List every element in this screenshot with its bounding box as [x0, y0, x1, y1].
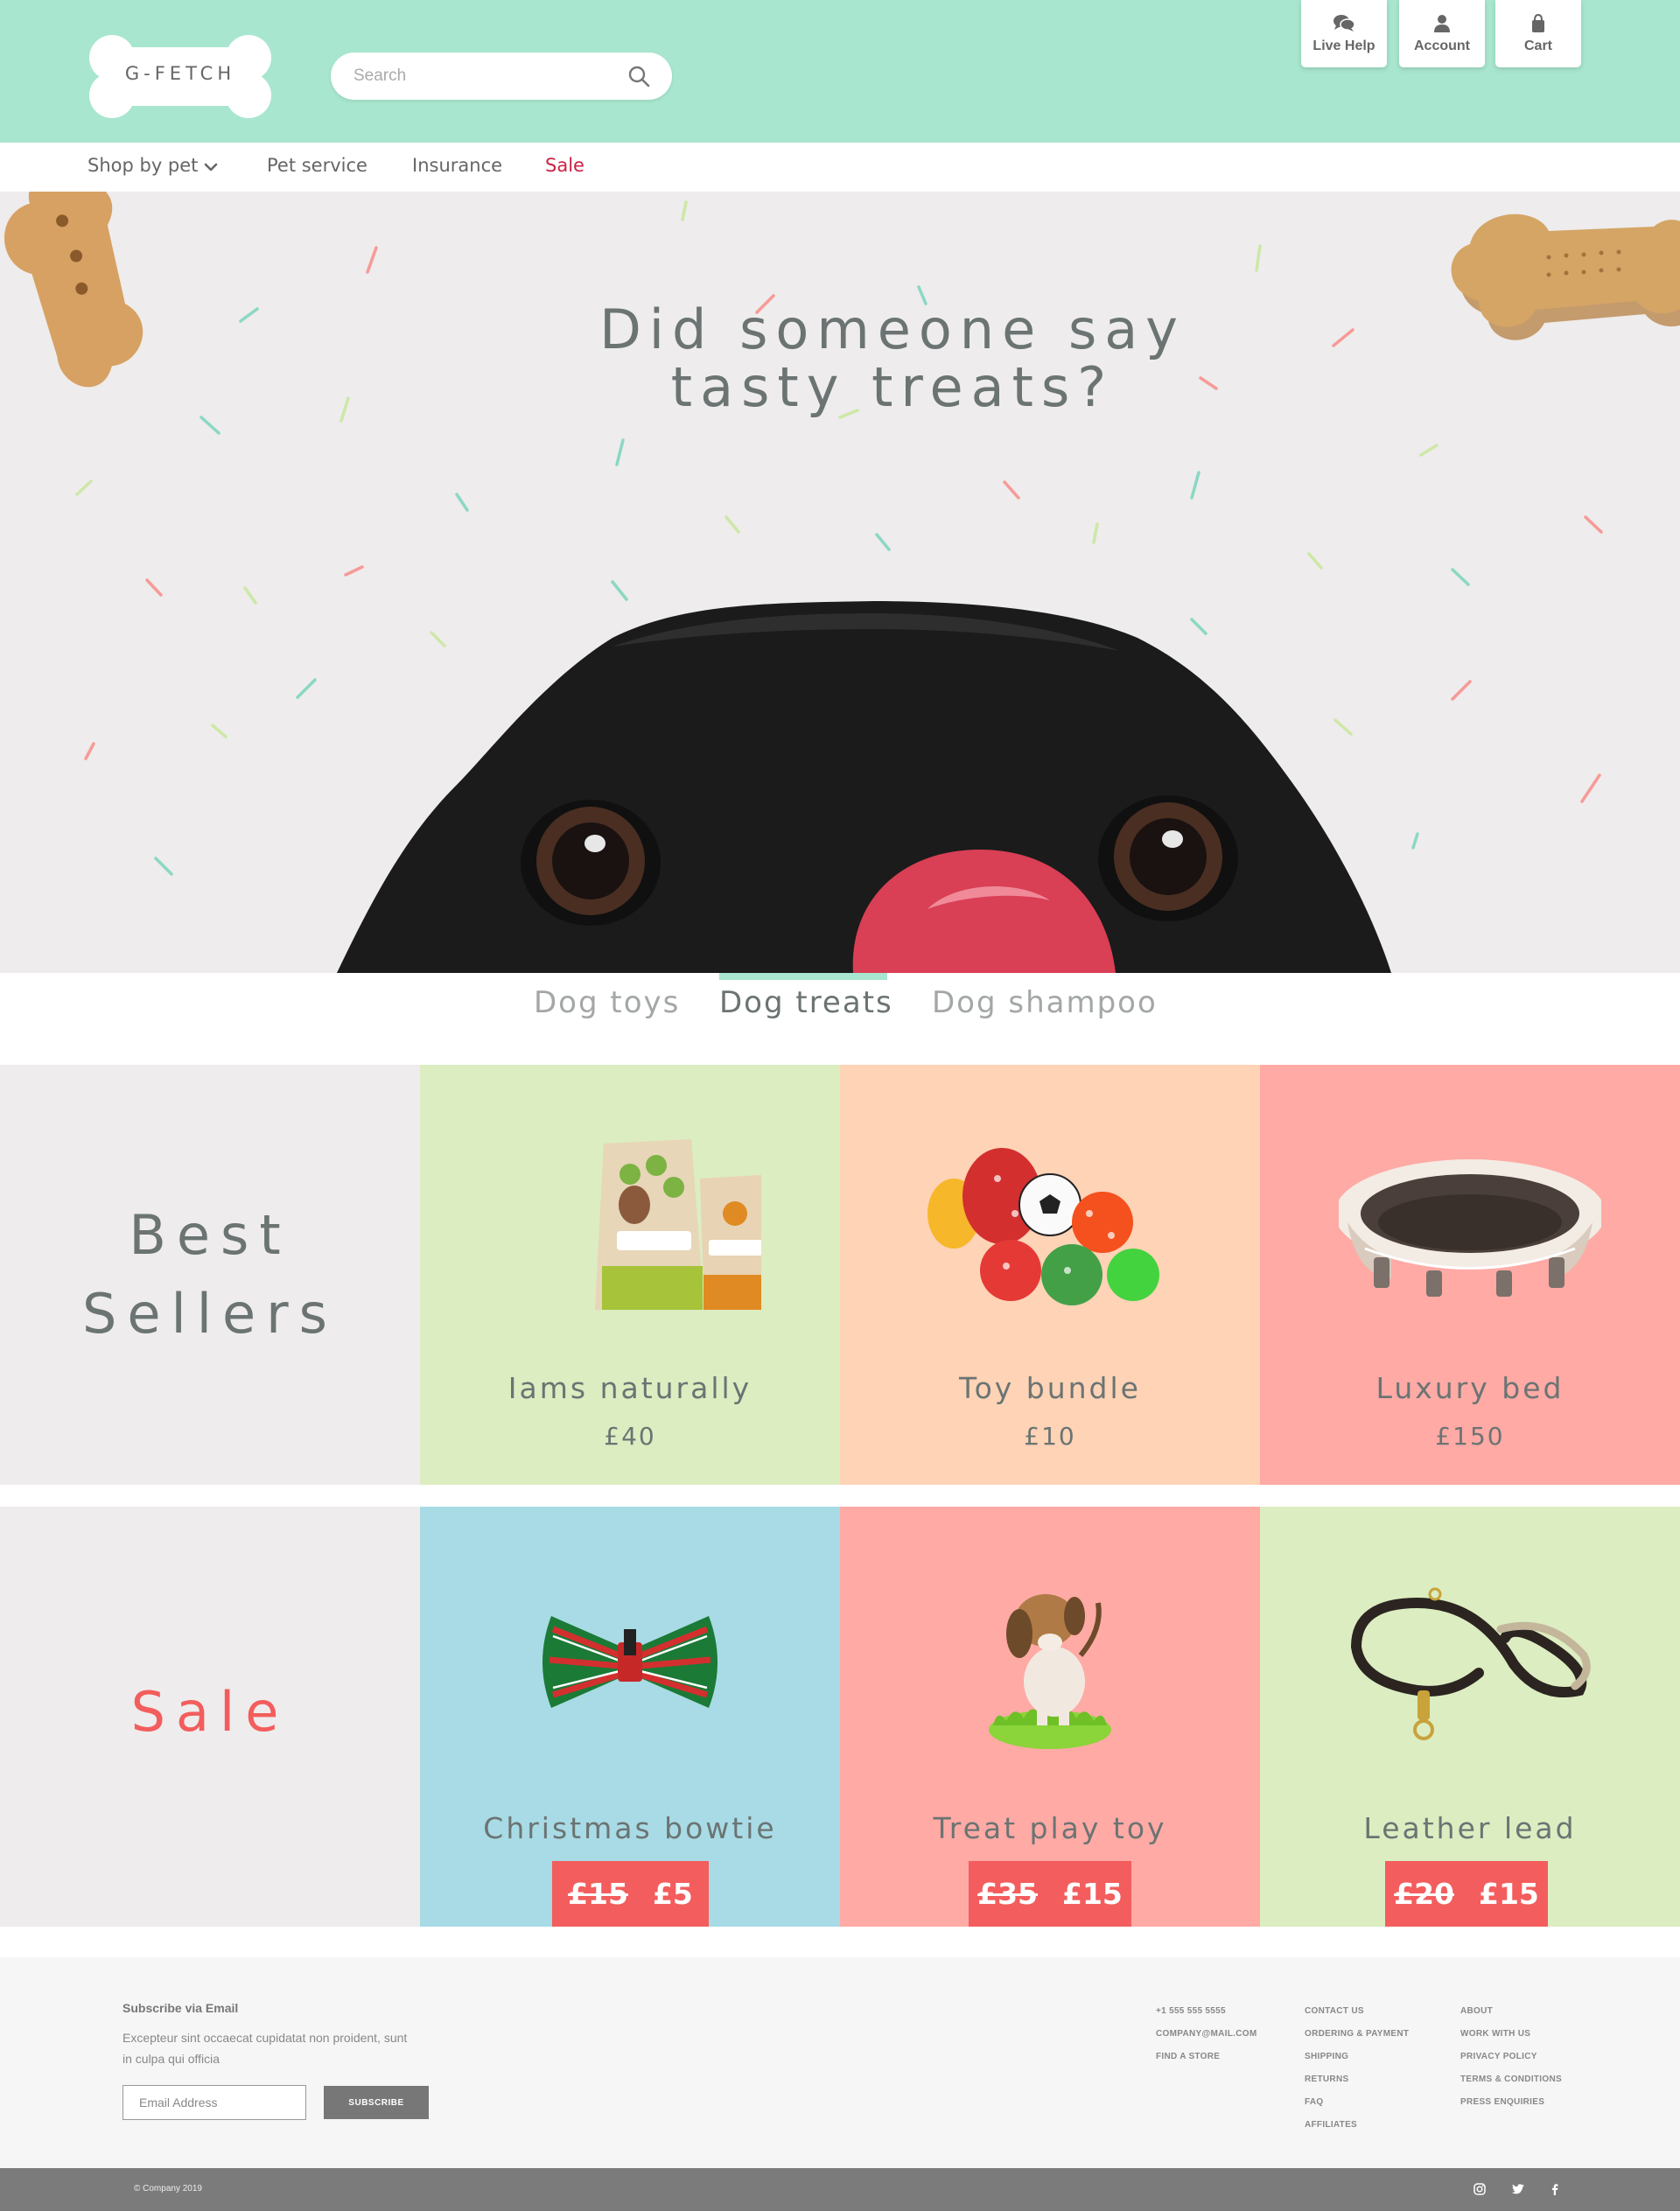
chat-icon	[1334, 15, 1355, 31]
footer-link[interactable]: SHIPPING	[1305, 2046, 1409, 2068]
footer-about-column: ABOUT WORK WITH US PRIVACY POLICY TERMS …	[1460, 2000, 1562, 2114]
product-name: Treat play toy	[933, 1811, 1167, 1845]
live-help-label: Live Help	[1312, 38, 1376, 53]
tab-dog-treats[interactable]: Dog treats	[719, 985, 893, 1020]
new-price: £15	[1062, 1877, 1123, 1911]
live-help-button[interactable]: Live Help	[1301, 0, 1387, 67]
puppy-toy-image	[989, 1594, 1111, 1749]
chevron-down-icon[interactable]	[204, 162, 218, 172]
best-sellers-title-line1: Best	[129, 1203, 291, 1267]
subscribe-text: Excepteur sint occaecat cupidatat non pr…	[122, 2031, 408, 2066]
dog-photo	[337, 601, 1391, 973]
sale-price-box: £15 £5	[552, 1861, 709, 1927]
person-icon	[1434, 15, 1450, 32]
bag-icon	[1532, 14, 1544, 32]
biscuit-left-decoration	[4, 192, 144, 388]
product-card-leather-lead[interactable]: Leather lead £20 £15	[1260, 1507, 1680, 1927]
best-sellers-title-line2: Sellers	[82, 1282, 338, 1346]
twitter-icon[interactable]	[1511, 2182, 1525, 2196]
account-label: Account	[1414, 38, 1470, 53]
hero-title-line2: tasty treats?	[670, 355, 1115, 419]
hero-banner: Did someone say tasty treats?	[0, 192, 1680, 973]
footer-bottom-bar: © Company 2019	[0, 2168, 1680, 2211]
product-name: Leather lead	[1363, 1811, 1577, 1845]
tab-dog-shampoo[interactable]: Dog shampoo	[932, 985, 1158, 1020]
subscribe-title: Subscribe via Email	[122, 2001, 239, 2015]
instagram-icon[interactable]	[1473, 2182, 1487, 2196]
product-card-iams[interactable]: Iams naturally £40	[420, 1065, 840, 1485]
dog-food-bags-image	[595, 1139, 761, 1310]
biscuit-right-decoration	[1451, 213, 1680, 340]
nav-item-sale[interactable]: Sale	[545, 155, 584, 176]
old-price: £15	[568, 1877, 628, 1911]
site-footer: Subscribe via Email Excepteur sint occae…	[0, 1957, 1680, 2168]
footer-email[interactable]: COMPANY@MAIL.COM	[1156, 2023, 1256, 2046]
sale-title: Sale	[130, 1680, 290, 1744]
new-price: £15	[1479, 1877, 1539, 1911]
bowtie-image	[542, 1616, 718, 1708]
nav-item-pet-service[interactable]: Pet service	[267, 155, 368, 176]
new-price: £5	[652, 1877, 693, 1911]
account-button[interactable]: Account	[1399, 0, 1485, 67]
cart-label: Cart	[1523, 38, 1552, 53]
best-sellers-row: Best Sellers Iams naturally £40 Toy bund…	[0, 1065, 1680, 1485]
product-price: £10	[1024, 1422, 1076, 1451]
sale-heading-cell: Sale	[0, 1507, 420, 1927]
site-header: G-FETCH Live Help Account Cart	[0, 0, 1680, 143]
logo-text: G-FETCH	[124, 63, 236, 84]
search-box	[331, 52, 672, 100]
product-card-luxury-bed[interactable]: Luxury bed £150	[1260, 1065, 1680, 1485]
dog-bed-image	[1339, 1159, 1601, 1297]
footer-phone[interactable]: +1 555 555 5555	[1156, 2000, 1256, 2023]
search-input[interactable]	[354, 63, 616, 89]
product-card-toy-bundle[interactable]: Toy bundle £10	[840, 1065, 1260, 1485]
hero-title: Did someone say tasty treats?	[490, 301, 1295, 416]
copyright-text: © Company 2019	[134, 2184, 202, 2194]
main-nav: Shop by pet Pet service Insurance Sale	[0, 143, 1680, 192]
product-price: £40	[604, 1422, 656, 1451]
hero-title-line1: Did someone say	[599, 297, 1186, 361]
footer-find-store-link[interactable]: FIND A STORE	[1156, 2046, 1256, 2068]
tab-dog-toys[interactable]: Dog toys	[534, 985, 680, 1020]
footer-link[interactable]: RETURNS	[1305, 2068, 1409, 2091]
footer-link[interactable]: TERMS & CONDITIONS	[1460, 2068, 1562, 2091]
footer-link[interactable]: AFFILIATES	[1305, 2114, 1409, 2137]
active-tab-indicator	[719, 973, 887, 980]
sale-row: Sale Christmas bowtie £15 £5 Treat play …	[0, 1507, 1680, 1927]
old-price: £35	[977, 1877, 1038, 1911]
footer-link[interactable]: ABOUT	[1460, 2000, 1562, 2023]
subscribe-button[interactable]: SUBSCRIBE	[324, 2086, 429, 2119]
footer-link[interactable]: FAQ	[1305, 2091, 1409, 2114]
footer-link[interactable]: PRIVACY POLICY	[1460, 2046, 1562, 2068]
nav-item-shop-by-pet[interactable]: Shop by pet	[88, 155, 198, 176]
toy-balls-image	[928, 1148, 1159, 1305]
footer-link[interactable]: ORDERING & PAYMENT	[1305, 2023, 1409, 2046]
nav-item-insurance[interactable]: Insurance	[412, 155, 502, 176]
product-name: Christmas bowtie	[483, 1811, 777, 1845]
logo[interactable]: G-FETCH	[88, 35, 273, 118]
email-field[interactable]	[122, 2085, 306, 2120]
leather-lead-image	[1351, 1587, 1591, 1740]
best-sellers-heading-cell: Best Sellers	[0, 1065, 420, 1485]
product-card-treat-play-toy[interactable]: Treat play toy £35 £15	[840, 1507, 1260, 1927]
product-name: Toy bundle	[959, 1371, 1141, 1405]
best-sellers-title: Best Sellers	[0, 1196, 420, 1354]
product-name: Iams naturally	[508, 1371, 752, 1405]
old-price: £20	[1394, 1877, 1454, 1911]
footer-link[interactable]: WORK WITH US	[1460, 2023, 1562, 2046]
sale-price-box: £20 £15	[1385, 1861, 1548, 1927]
sale-price-box: £35 £15	[969, 1861, 1131, 1927]
footer-link[interactable]: CONTACT US	[1305, 2000, 1409, 2023]
footer-link[interactable]: PRESS ENQUIRIES	[1460, 2091, 1562, 2114]
cart-button[interactable]: Cart	[1495, 0, 1581, 67]
product-card-christmas-bowtie[interactable]: Christmas bowtie £15 £5	[420, 1507, 840, 1927]
product-price: £150	[1435, 1422, 1505, 1451]
footer-contact-column: +1 555 555 5555 COMPANY@MAIL.COM FIND A …	[1156, 2000, 1256, 2068]
footer-help-column: CONTACT US ORDERING & PAYMENT SHIPPING R…	[1305, 2000, 1409, 2137]
search-icon[interactable]	[626, 64, 651, 88]
category-tabs: Dog toys Dog treats Dog shampoo	[0, 973, 1680, 1065]
facebook-icon[interactable]	[1548, 2182, 1562, 2196]
product-name: Luxury bed	[1376, 1371, 1564, 1405]
